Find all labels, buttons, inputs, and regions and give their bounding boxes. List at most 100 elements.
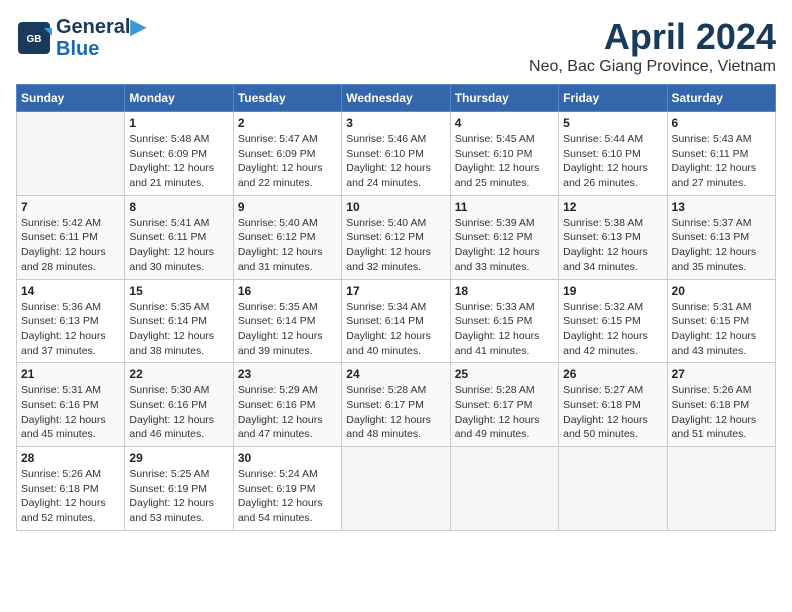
calendar-cell: 11 Sunrise: 5:39 AMSunset: 6:12 PMDayligh… xyxy=(450,195,558,279)
calendar-cell: 15 Sunrise: 5:35 AMSunset: 6:14 PMDayligh… xyxy=(125,279,233,363)
day-info: Sunrise: 5:37 AMSunset: 6:13 PMDaylight:… xyxy=(672,216,771,275)
day-info: Sunrise: 5:35 AMSunset: 6:14 PMDaylight:… xyxy=(238,300,337,359)
day-number: 16 xyxy=(238,284,337,298)
calendar-cell: 30Sunrise: 5:24 AMSunset: 6:19 PMDayligh… xyxy=(233,447,341,531)
day-number: 14 xyxy=(21,284,120,298)
day-info: Sunrise: 5:41 AMSunset: 6:11 PMDaylight:… xyxy=(129,216,228,275)
day-info: Sunrise: 5:46 AMSunset: 6:10 PMDaylight:… xyxy=(346,132,445,191)
day-number: 2 xyxy=(238,116,337,130)
calendar-cell xyxy=(667,447,775,531)
calendar-cell: 6 Sunrise: 5:43 AMSunset: 6:11 PMDaylight… xyxy=(667,112,775,196)
day-number: 18 xyxy=(455,284,554,298)
calendar-cell: 10Sunrise: 5:40 AMSunset: 6:12 PMDayligh… xyxy=(342,195,450,279)
calendar-table: SundayMondayTuesdayWednesdayThursdayFrid… xyxy=(16,84,776,531)
day-number: 26 xyxy=(563,367,662,381)
day-number: 28 xyxy=(21,451,120,465)
day-info: Sunrise: 5:48 AMSunset: 6:09 PMDaylight:… xyxy=(129,132,228,191)
calendar-week-3: 14 Sunrise: 5:36 AMSunset: 6:13 PMDayligh… xyxy=(17,279,776,363)
weekday-header-row: SundayMondayTuesdayWednesdayThursdayFrid… xyxy=(17,85,776,112)
weekday-header-friday: Friday xyxy=(559,85,667,112)
calendar-cell: 16 Sunrise: 5:35 AMSunset: 6:14 PMDayligh… xyxy=(233,279,341,363)
day-info: Sunrise: 5:31 AMSunset: 6:16 PMDaylight:… xyxy=(21,383,120,442)
calendar-cell: 1 Sunrise: 5:48 AMSunset: 6:09 PMDaylight… xyxy=(125,112,233,196)
day-info: Sunrise: 5:29 AMSunset: 6:16 PMDaylight:… xyxy=(238,383,337,442)
day-info: Sunrise: 5:36 AMSunset: 6:13 PMDaylight:… xyxy=(21,300,120,359)
calendar-cell xyxy=(559,447,667,531)
weekday-header-saturday: Saturday xyxy=(667,85,775,112)
month-title: April 2024 xyxy=(529,16,776,58)
day-info: Sunrise: 5:25 AMSunset: 6:19 PMDaylight:… xyxy=(129,467,228,526)
calendar-cell: 29 Sunrise: 5:25 AMSunset: 6:19 PMDayligh… xyxy=(125,447,233,531)
day-number: 20 xyxy=(672,284,771,298)
day-info: Sunrise: 5:28 AMSunset: 6:17 PMDaylight:… xyxy=(455,383,554,442)
day-info: Sunrise: 5:39 AMSunset: 6:12 PMDaylight:… xyxy=(455,216,554,275)
day-number: 6 xyxy=(672,116,771,130)
calendar-cell xyxy=(342,447,450,531)
calendar-cell: 25Sunrise: 5:28 AMSunset: 6:17 PMDayligh… xyxy=(450,363,558,447)
calendar-cell: 17 Sunrise: 5:34 AMSunset: 6:14 PMDayligh… xyxy=(342,279,450,363)
day-number: 15 xyxy=(129,284,228,298)
day-number: 24 xyxy=(346,367,445,381)
day-info: Sunrise: 5:30 AMSunset: 6:16 PMDaylight:… xyxy=(129,383,228,442)
day-number: 23 xyxy=(238,367,337,381)
day-number: 30 xyxy=(238,451,337,465)
day-number: 9 xyxy=(238,200,337,214)
calendar-cell: 7 Sunrise: 5:42 AMSunset: 6:11 PMDaylight… xyxy=(17,195,125,279)
calendar-cell: 14 Sunrise: 5:36 AMSunset: 6:13 PMDayligh… xyxy=(17,279,125,363)
day-info: Sunrise: 5:44 AMSunset: 6:10 PMDaylight:… xyxy=(563,132,662,191)
calendar-cell: 21Sunrise: 5:31 AMSunset: 6:16 PMDayligh… xyxy=(17,363,125,447)
calendar-week-4: 21Sunrise: 5:31 AMSunset: 6:16 PMDayligh… xyxy=(17,363,776,447)
calendar-cell: 27Sunrise: 5:26 AMSunset: 6:18 PMDayligh… xyxy=(667,363,775,447)
day-info: Sunrise: 5:40 AMSunset: 6:12 PMDaylight:… xyxy=(238,216,337,275)
calendar-cell: 8 Sunrise: 5:41 AMSunset: 6:11 PMDaylight… xyxy=(125,195,233,279)
calendar-cell: 5 Sunrise: 5:44 AMSunset: 6:10 PMDaylight… xyxy=(559,112,667,196)
calendar-cell: 20 Sunrise: 5:31 AMSunset: 6:15 PMDayligh… xyxy=(667,279,775,363)
day-number: 17 xyxy=(346,284,445,298)
weekday-header-wednesday: Wednesday xyxy=(342,85,450,112)
day-info: Sunrise: 5:32 AMSunset: 6:15 PMDaylight:… xyxy=(563,300,662,359)
calendar-week-1: 1 Sunrise: 5:48 AMSunset: 6:09 PMDaylight… xyxy=(17,112,776,196)
calendar-cell: 3 Sunrise: 5:46 AMSunset: 6:10 PMDaylight… xyxy=(342,112,450,196)
day-info: Sunrise: 5:35 AMSunset: 6:14 PMDaylight:… xyxy=(129,300,228,359)
day-number: 11 xyxy=(455,200,554,214)
day-number: 29 xyxy=(129,451,228,465)
day-info: Sunrise: 5:34 AMSunset: 6:14 PMDaylight:… xyxy=(346,300,445,359)
day-number: 7 xyxy=(21,200,120,214)
calendar-cell: 24 Sunrise: 5:28 AMSunset: 6:17 PMDayligh… xyxy=(342,363,450,447)
calendar-cell: 23 Sunrise: 5:29 AMSunset: 6:16 PMDayligh… xyxy=(233,363,341,447)
calendar-cell: 26 Sunrise: 5:27 AMSunset: 6:18 PMDayligh… xyxy=(559,363,667,447)
day-info: Sunrise: 5:31 AMSunset: 6:15 PMDaylight:… xyxy=(672,300,771,359)
day-number: 5 xyxy=(563,116,662,130)
day-info: Sunrise: 5:28 AMSunset: 6:17 PMDaylight:… xyxy=(346,383,445,442)
weekday-header-sunday: Sunday xyxy=(17,85,125,112)
day-number: 13 xyxy=(672,200,771,214)
calendar-week-5: 28Sunrise: 5:26 AMSunset: 6:18 PMDayligh… xyxy=(17,447,776,531)
day-number: 22 xyxy=(129,367,228,381)
day-info: Sunrise: 5:43 AMSunset: 6:11 PMDaylight:… xyxy=(672,132,771,191)
day-number: 8 xyxy=(129,200,228,214)
weekday-header-tuesday: Tuesday xyxy=(233,85,341,112)
weekday-header-monday: Monday xyxy=(125,85,233,112)
logo-line2: Blue xyxy=(56,38,146,60)
page-header: GB General▶ Blue April 2024 Neo, Bac Gia… xyxy=(16,16,776,76)
calendar-cell: 13 Sunrise: 5:37 AMSunset: 6:13 PMDayligh… xyxy=(667,195,775,279)
calendar-cell xyxy=(17,112,125,196)
day-info: Sunrise: 5:27 AMSunset: 6:18 PMDaylight:… xyxy=(563,383,662,442)
location-title: Neo, Bac Giang Province, Vietnam xyxy=(529,58,776,76)
day-number: 10 xyxy=(346,200,445,214)
day-info: Sunrise: 5:45 AMSunset: 6:10 PMDaylight:… xyxy=(455,132,554,191)
svg-text:GB: GB xyxy=(27,34,42,45)
day-info: Sunrise: 5:26 AMSunset: 6:18 PMDaylight:… xyxy=(672,383,771,442)
day-number: 3 xyxy=(346,116,445,130)
calendar-cell: 22 Sunrise: 5:30 AMSunset: 6:16 PMDayligh… xyxy=(125,363,233,447)
calendar-cell: 19Sunrise: 5:32 AMSunset: 6:15 PMDayligh… xyxy=(559,279,667,363)
day-info: Sunrise: 5:47 AMSunset: 6:09 PMDaylight:… xyxy=(238,132,337,191)
calendar-week-2: 7 Sunrise: 5:42 AMSunset: 6:11 PMDaylight… xyxy=(17,195,776,279)
calendar-cell: 28Sunrise: 5:26 AMSunset: 6:18 PMDayligh… xyxy=(17,447,125,531)
logo: GB General▶ Blue xyxy=(16,16,146,60)
day-info: Sunrise: 5:42 AMSunset: 6:11 PMDaylight:… xyxy=(21,216,120,275)
calendar-cell xyxy=(450,447,558,531)
day-number: 1 xyxy=(129,116,228,130)
calendar-cell: 12Sunrise: 5:38 AMSunset: 6:13 PMDayligh… xyxy=(559,195,667,279)
logo-line1: General▶ xyxy=(56,16,146,38)
